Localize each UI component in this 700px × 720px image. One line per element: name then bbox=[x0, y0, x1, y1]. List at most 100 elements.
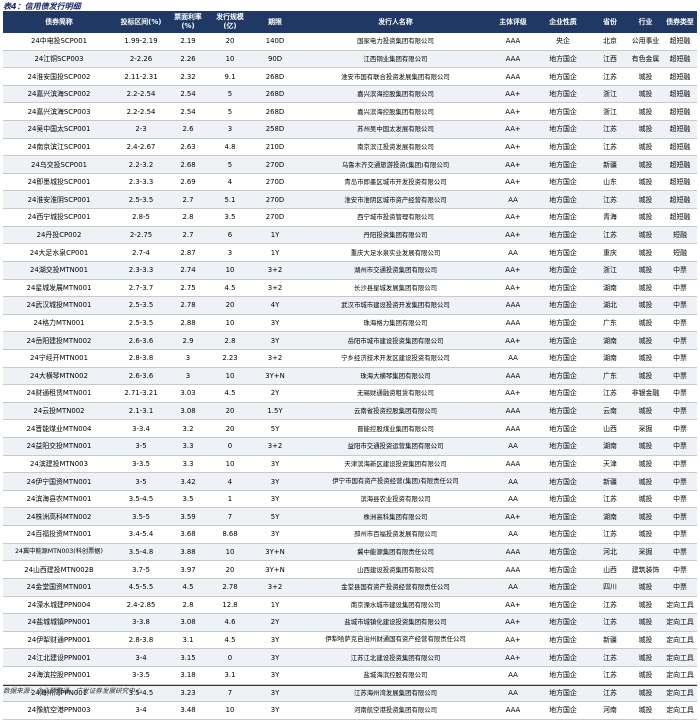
cell-term: 270D bbox=[251, 173, 299, 192]
cell-issuer: 乌鲁木齐交通旅游投资(集团)有限公司 bbox=[299, 155, 492, 174]
cell-rating: AA+ bbox=[492, 261, 534, 280]
cell-ownership: 地方国企 bbox=[534, 613, 592, 632]
cell-issuer: 宁乡经济技术开发区建设投资有限公司 bbox=[299, 349, 492, 368]
cell-bond-type: 中票 bbox=[663, 331, 697, 350]
table-header-row: 债券简称 投标区间(%) 票面利率(%) 发行规模(亿) 期限 发行人名称 主体评级 企业性质… bbox=[3, 11, 697, 33]
cell-province: 江苏 bbox=[592, 596, 628, 615]
cell-issuer: 青岛市即墨区城市开发投资有限公司 bbox=[299, 173, 492, 192]
cell-issue-size: 5 bbox=[209, 85, 251, 104]
cell-bond-name: 24中电投SCP001 bbox=[3, 33, 115, 51]
cell-industry: 城投 bbox=[628, 314, 663, 333]
cell-rating: AAA bbox=[492, 67, 534, 86]
table-row: 24豫航空港PPN003 3-4 3.48 10 3Y 河南航空港投资集团有限公司 AAA 地… bbox=[3, 701, 697, 720]
cell-bond-type: 中票 bbox=[663, 384, 697, 403]
cell-bond-type: 定向工具 bbox=[663, 596, 697, 615]
cell-term: 3+2 bbox=[251, 349, 299, 368]
cell-coupon-rate: 4.5 bbox=[167, 578, 209, 597]
cell-province: 江苏 bbox=[592, 666, 628, 685]
cell-rating: AA+ bbox=[492, 279, 534, 298]
cell-industry: 有色金属 bbox=[628, 50, 663, 69]
cell-bid-range: 2.5-3.5 bbox=[115, 296, 167, 315]
cell-issuer: 晋能控股煤业集团有限公司 bbox=[299, 419, 492, 439]
cell-issue-size: 4 bbox=[209, 173, 251, 192]
table-row: 24淮安国投SCP002 2.11-2.31 2.32 9.1 268D 淮安市国有联合投… bbox=[3, 67, 697, 86]
cell-industry: 采掘 bbox=[628, 543, 663, 562]
cell-bid-range: 2.2-2.54 bbox=[115, 85, 167, 104]
cell-bid-range: 2.71-3.21 bbox=[115, 384, 167, 403]
cell-ownership: 地方国企 bbox=[534, 560, 592, 579]
cell-issuer: 盐城海滨控股有限公司 bbox=[299, 666, 492, 685]
cell-term: 3Y bbox=[251, 525, 299, 544]
cell-term: 1Y bbox=[251, 226, 299, 245]
cell-ownership: 地方国企 bbox=[534, 684, 592, 703]
cell-bond-name: 24南京滨江SCP001 bbox=[3, 138, 115, 157]
cell-issue-size: 10 bbox=[209, 455, 251, 474]
cell-industry: 城投 bbox=[628, 331, 663, 350]
cell-bid-range: 2-2.75 bbox=[115, 226, 167, 245]
table-body: 24中电投SCP001 1.99-2.19 2.19 20 140D 国家电力投资集团有限… bbox=[3, 33, 697, 720]
cell-industry: 城投 bbox=[628, 596, 663, 615]
cell-ownership: 地方国企 bbox=[534, 331, 592, 350]
cell-issue-size: 4.8 bbox=[209, 138, 251, 157]
cell-coupon-rate: 2.69 bbox=[167, 173, 209, 192]
cell-bond-type: 超短融 bbox=[663, 102, 697, 122]
table-row: 24湖交投MTN001 2.3-3.3 2.74 10 3+2 湖州市交通投资集团有限公司… bbox=[3, 261, 697, 280]
cell-bond-name: 24嘉兴滨海SCP003 bbox=[3, 102, 115, 122]
cell-issuer: 滨海县农业投资有限公司 bbox=[299, 490, 492, 509]
cell-industry: 城投 bbox=[628, 190, 663, 210]
cell-issue-size: 5 bbox=[209, 155, 251, 174]
cell-rating: AA bbox=[492, 684, 534, 703]
cell-industry: 城投 bbox=[628, 507, 663, 527]
cell-coupon-rate: 2.74 bbox=[167, 261, 209, 280]
cell-bond-name: 24格力MTN001 bbox=[3, 314, 115, 333]
table-row: 24盐城城镇PPN001 3-3.8 3.08 4.6 2Y 盐城市城镇化建设投资集团有限… bbox=[3, 613, 697, 632]
cell-bond-name: 24金堂国资MTN001 bbox=[3, 578, 115, 597]
cell-ownership: 地方国企 bbox=[534, 50, 592, 69]
cell-bond-type: 中票 bbox=[663, 261, 697, 280]
cell-issue-size: 3 bbox=[209, 243, 251, 262]
cell-industry: 城投 bbox=[628, 631, 663, 650]
cell-issuer: 邳州市百福投资发展有限公司 bbox=[299, 525, 492, 544]
cell-issue-size: 5 bbox=[209, 102, 251, 122]
header-issue-size: 发行规模(亿) bbox=[209, 11, 251, 33]
cell-province: 广东 bbox=[592, 367, 628, 386]
cell-rating: AAA bbox=[492, 419, 534, 439]
cell-term: 268D bbox=[251, 67, 299, 86]
cell-rating: AAA bbox=[492, 543, 534, 562]
cell-bid-range: 2.11-2.31 bbox=[115, 67, 167, 86]
cell-rating: AAA bbox=[492, 402, 534, 421]
cell-issuer: 嘉兴滨海控股集团有限公司 bbox=[299, 85, 492, 104]
cell-issuer: 国家电力投资集团有限公司 bbox=[299, 33, 492, 51]
cell-bond-name: 24伊宁国资MTN001 bbox=[3, 472, 115, 491]
cell-bond-type: 定向工具 bbox=[663, 631, 697, 650]
cell-bond-name: 24财通租赁MTN001 bbox=[3, 384, 115, 403]
table-row: 24岳阳建投MTN002 2.6-3.6 2.9 2.8 3Y 岳阳市城市建设投资集团有限… bbox=[3, 331, 697, 350]
cell-industry: 城投 bbox=[628, 208, 663, 227]
cell-issuer: 湖州市交通投资集团有限公司 bbox=[299, 261, 492, 280]
cell-issuer: 丹阳投资集团有限公司 bbox=[299, 226, 492, 245]
header-bid-range: 投标区间(%) bbox=[115, 11, 167, 33]
table-row: 24溧水城建PPN004 2.4-2.85 2.8 12.8 1Y 南京溧水城市建设集团有… bbox=[3, 596, 697, 615]
table-row: 24滨海县农MTN001 3.5-4.5 3.5 1 3Y 滨海县农业投资有限公司 AA 地方… bbox=[3, 490, 697, 509]
cell-rating: AAA bbox=[492, 701, 534, 720]
cell-issue-size: 9.1 bbox=[209, 67, 251, 86]
cell-issuer: 珠海格力集团有限公司 bbox=[299, 314, 492, 333]
cell-bid-range: 2.4-2.85 bbox=[115, 596, 167, 615]
cell-province: 江苏 bbox=[592, 384, 628, 403]
cell-bond-name: 24冀中能源MTN003(科创票据) bbox=[3, 543, 115, 562]
table-row: 24武汉城投MTN001 2.5-3.5 2.78 20 4Y 武汉市城市建设投资开发集团… bbox=[3, 296, 697, 315]
cell-bond-type: 超短融 bbox=[663, 190, 697, 210]
cell-province: 新疆 bbox=[592, 155, 628, 174]
header-province: 省份 bbox=[592, 11, 628, 33]
cell-province: 江苏 bbox=[592, 613, 628, 632]
cell-coupon-rate: 3.1 bbox=[167, 631, 209, 650]
cell-issue-size: 2.8 bbox=[209, 331, 251, 350]
table-row: 24伊宁国资MTN001 3-5 3.42 4 3Y 伊宁市国有资产投资经营(集团)有限责… bbox=[3, 472, 697, 491]
cell-issue-size: 2.23 bbox=[209, 349, 251, 368]
cell-issuer: 南京滨江投资发展有限公司 bbox=[299, 138, 492, 157]
cell-coupon-rate: 2.7 bbox=[167, 226, 209, 245]
cell-bond-name: 24武汉城投MTN001 bbox=[3, 296, 115, 315]
cell-coupon-rate: 3.5 bbox=[167, 490, 209, 509]
cell-issue-size: 0 bbox=[209, 648, 251, 667]
cell-province: 浙江 bbox=[592, 102, 628, 122]
